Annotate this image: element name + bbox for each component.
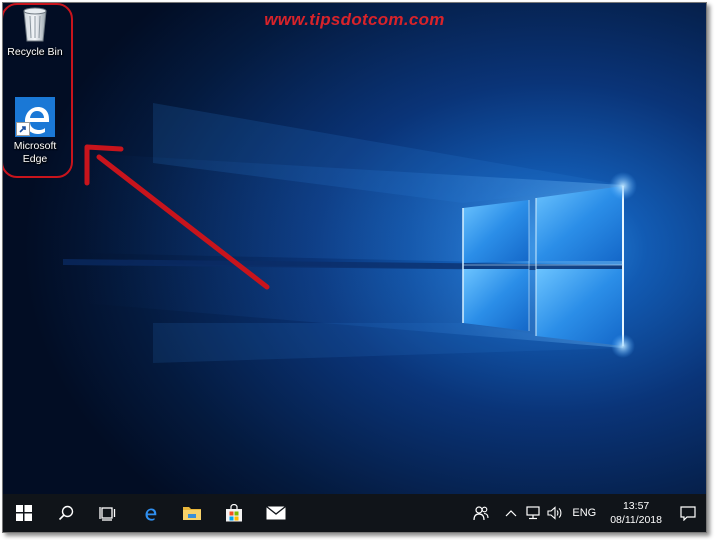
volume-button[interactable] xyxy=(544,494,566,532)
system-tray: ENG 13:57 08/11/2018 xyxy=(470,494,706,532)
watermark-text: www.tipsdotcom.com xyxy=(264,10,445,29)
folder-icon xyxy=(183,507,201,520)
chevron-up-icon xyxy=(505,510,517,517)
task-view-icon xyxy=(99,507,116,521)
store-icon xyxy=(226,504,242,522)
desktop-icon-label: Recycle Bin xyxy=(7,46,63,58)
edge-icon xyxy=(145,508,157,521)
action-center-button[interactable] xyxy=(670,494,706,532)
shortcut-arrow-icon xyxy=(16,122,30,136)
windows-logo-icon xyxy=(16,505,32,521)
network-icon xyxy=(526,506,540,520)
desktop-screen: www.tipsdotcom.com Recycle Bin Microsoft… xyxy=(2,2,707,533)
notification-icon xyxy=(680,505,696,521)
mail-button[interactable] xyxy=(255,494,297,532)
store-button[interactable] xyxy=(213,494,255,532)
edge-icon xyxy=(15,97,55,137)
task-view-button[interactable] xyxy=(87,494,129,532)
people-icon xyxy=(473,506,489,521)
taskbar-clock[interactable]: 13:57 08/11/2018 xyxy=(602,499,670,527)
taskbar: ENG 13:57 08/11/2018 xyxy=(3,494,706,532)
people-button[interactable] xyxy=(470,494,492,532)
show-hidden-icons-button[interactable] xyxy=(500,494,522,532)
clock-time: 13:57 xyxy=(622,500,650,512)
start-button[interactable] xyxy=(3,494,45,532)
recycle-bin-icon xyxy=(23,7,47,42)
file-explorer-button[interactable] xyxy=(171,494,213,532)
desktop-icon-recycle-bin[interactable]: Recycle Bin xyxy=(3,5,67,59)
search-button[interactable] xyxy=(45,494,87,532)
clock-date: 08/11/2018 xyxy=(610,514,662,526)
desktop-icon-microsoft-edge[interactable]: Microsoft Edge xyxy=(3,97,67,166)
mail-icon xyxy=(266,506,286,520)
edge-taskbar-button[interactable] xyxy=(129,494,171,532)
input-language-indicator[interactable]: ENG xyxy=(566,507,602,519)
network-button[interactable] xyxy=(522,494,544,532)
windows-10-wallpaper xyxy=(3,3,706,532)
search-icon xyxy=(58,505,74,521)
desktop-icon-label: Microsoft Edge xyxy=(13,140,57,165)
speaker-icon xyxy=(547,506,562,520)
